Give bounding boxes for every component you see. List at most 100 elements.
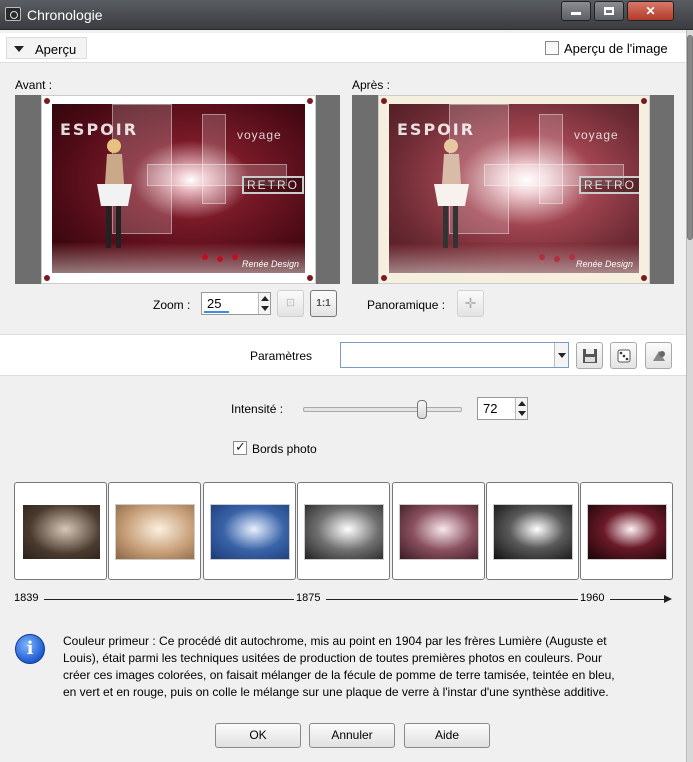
timeline-middle: 1875 bbox=[296, 592, 321, 604]
image-preview-label[interactable]: Aperçu de l'image bbox=[564, 41, 668, 56]
preset-thumbnails bbox=[14, 482, 673, 580]
corner-dot bbox=[381, 275, 387, 281]
save-preset-button[interactable] bbox=[576, 342, 603, 369]
cancel-button[interactable]: Annuler bbox=[309, 723, 395, 748]
thumbnail-5[interactable] bbox=[392, 482, 485, 580]
info-line: Couleur primeur : Ce procédé dit autochr… bbox=[63, 634, 607, 648]
after-preview[interactable]: ESPOIR voyage RETRO Renée Design bbox=[352, 95, 674, 284]
timeline-end: 1960 bbox=[580, 592, 605, 604]
parameters-label: Paramètres bbox=[250, 349, 313, 363]
triangle-down-icon bbox=[14, 46, 24, 52]
photo-retro-sign: RETRO bbox=[242, 176, 304, 194]
photo-borders-checkbox[interactable] bbox=[233, 439, 247, 455]
intensity-slider-thumb[interactable] bbox=[417, 400, 428, 419]
window-title: Chronologie bbox=[27, 7, 103, 23]
timeline-line bbox=[610, 599, 666, 600]
before-preview[interactable]: ESPOIR voyage RETRO Renée Design bbox=[15, 95, 340, 284]
timeline-line bbox=[44, 599, 294, 600]
fit-to-window-icon: ⊡ bbox=[285, 297, 296, 309]
after-photo-frame: ESPOIR voyage RETRO Renée Design bbox=[378, 95, 650, 284]
zoom-spinbox[interactable]: 25 bbox=[201, 292, 271, 315]
info-line: en vert et en rouge, puis on colle le mé… bbox=[63, 685, 609, 699]
floppy-disk-icon bbox=[582, 349, 597, 363]
combo-dropdown-arrow[interactable] bbox=[554, 343, 568, 367]
pan-button[interactable]: ✛ bbox=[457, 290, 484, 317]
thumbnail-image bbox=[115, 504, 195, 560]
maximize-button[interactable] bbox=[594, 1, 624, 21]
parameters-combobox[interactable] bbox=[340, 342, 569, 368]
pan-label: Panoramique : bbox=[367, 298, 446, 312]
actual-size-button[interactable]: 1:1 bbox=[310, 290, 337, 317]
thumbnail-image bbox=[210, 504, 290, 560]
timeline-start: 1839 bbox=[14, 592, 39, 604]
image-preview-checkbox[interactable] bbox=[545, 41, 559, 55]
thumbnail-image bbox=[399, 504, 479, 560]
ok-button[interactable]: OK bbox=[215, 723, 301, 748]
photo-borders-label[interactable]: Bords photo bbox=[252, 442, 317, 456]
close-icon: ✕ bbox=[645, 4, 656, 18]
zoom-value[interactable]: 25 bbox=[207, 296, 221, 311]
info-line: créer ces images colorées, on faisait mé… bbox=[63, 668, 615, 682]
photo-red-ball bbox=[232, 254, 238, 260]
intensity-spinbox[interactable]: 72 bbox=[477, 397, 528, 420]
corner-dot bbox=[44, 275, 50, 281]
maximize-icon bbox=[604, 7, 614, 15]
zoom-spin-arrows[interactable] bbox=[258, 293, 270, 314]
photo-voyage-text: voyage bbox=[574, 128, 619, 142]
thumbnail-3[interactable] bbox=[203, 482, 296, 580]
fit-to-window-button[interactable]: ⊡ bbox=[277, 290, 304, 317]
thumbnail-1[interactable] bbox=[14, 482, 107, 580]
thumbnail-2[interactable] bbox=[108, 482, 201, 580]
window-edge-scrollbar[interactable] bbox=[686, 30, 693, 762]
preview-header-label: Aperçu bbox=[35, 42, 77, 57]
preview-header: Aperçu Aperçu de l'image bbox=[0, 33, 686, 63]
info-description: Couleur primeur : Ce procédé dit autochr… bbox=[63, 633, 673, 701]
info-line: Louis), était parmi les techniques usité… bbox=[63, 651, 602, 665]
camera-icon bbox=[5, 7, 21, 21]
thumbnail-4[interactable] bbox=[297, 482, 390, 580]
scrollbar-thumb[interactable] bbox=[687, 35, 693, 240]
minimize-icon bbox=[571, 12, 581, 15]
pan-cross-icon: ✛ bbox=[464, 295, 477, 311]
intensity-value[interactable]: 72 bbox=[483, 401, 497, 416]
photo-red-ball bbox=[539, 254, 545, 260]
intensity-spin-arrows[interactable] bbox=[515, 398, 527, 419]
reset-icon bbox=[652, 351, 665, 361]
intensity-slider-track[interactable] bbox=[303, 407, 462, 412]
before-label: Avant : bbox=[15, 78, 53, 92]
preview-collapse-toggle[interactable]: Aperçu bbox=[6, 37, 87, 59]
corner-dot bbox=[641, 98, 647, 104]
title-bar: Chronologie ✕ bbox=[0, 0, 693, 30]
corner-dot bbox=[307, 98, 313, 104]
timeline-line bbox=[326, 599, 578, 600]
before-photo: ESPOIR voyage RETRO Renée Design bbox=[52, 104, 305, 273]
timeline-arrow-icon bbox=[664, 595, 672, 603]
actual-size-label: 1:1 bbox=[316, 298, 331, 309]
corner-dot bbox=[641, 275, 647, 281]
photo-signature: Renée Design bbox=[575, 259, 633, 269]
photo-signature: Renée Design bbox=[241, 259, 299, 269]
thumbnail-image bbox=[23, 505, 100, 559]
corner-dot bbox=[381, 98, 387, 104]
corner-dot bbox=[307, 275, 313, 281]
help-button[interactable]: Aide bbox=[404, 723, 490, 748]
photo-red-ball bbox=[217, 256, 223, 262]
timeline: 1839 1875 1960 bbox=[14, 591, 673, 609]
dice-icon bbox=[617, 349, 630, 363]
zoom-focus-underline bbox=[204, 311, 229, 313]
thumbnail-image bbox=[304, 504, 384, 560]
photo-voyage-text: voyage bbox=[237, 128, 282, 142]
before-photo-frame: ESPOIR voyage RETRO Renée Design bbox=[41, 95, 316, 284]
photo-red-ball bbox=[569, 254, 575, 260]
reset-button[interactable] bbox=[645, 342, 672, 369]
corner-dot bbox=[44, 98, 50, 104]
thumbnail-image bbox=[493, 504, 573, 560]
thumbnail-6[interactable] bbox=[486, 482, 579, 580]
thumbnail-7[interactable] bbox=[580, 482, 673, 580]
photo-glass-panel bbox=[539, 114, 563, 204]
close-button[interactable]: ✕ bbox=[627, 1, 674, 21]
photo-figure bbox=[434, 139, 469, 248]
minimize-button[interactable] bbox=[561, 1, 591, 21]
thumbnail-image bbox=[587, 504, 667, 560]
random-button[interactable] bbox=[610, 342, 637, 369]
